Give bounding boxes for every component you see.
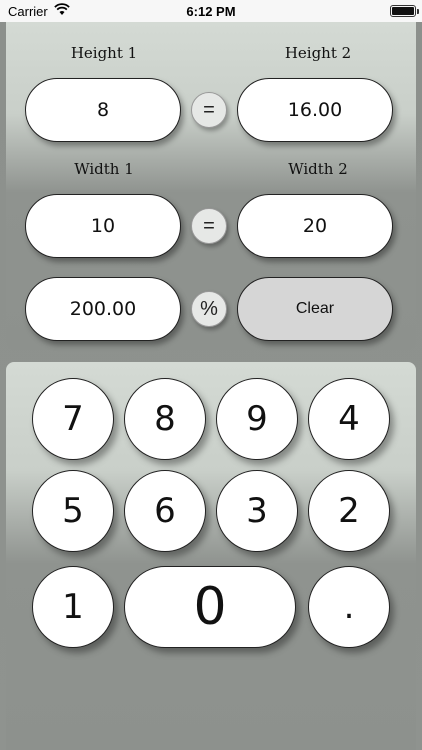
- ratio-panel: Height 1 Height 2 8 = 16.00 Width 1 Widt…: [6, 22, 416, 350]
- clear-button[interactable]: Clear: [237, 277, 393, 341]
- percent-field[interactable]: 200.00: [25, 277, 181, 341]
- battery-icon: [390, 5, 419, 17]
- key-3[interactable]: 3: [216, 470, 298, 552]
- width1-field[interactable]: 10: [25, 194, 181, 258]
- equals-button-height[interactable]: =: [191, 92, 227, 128]
- percent-button[interactable]: %: [191, 291, 227, 327]
- key-1[interactable]: 1: [32, 566, 114, 648]
- width1-label: Width 1: [74, 160, 134, 178]
- height2-field[interactable]: 16.00: [237, 78, 393, 142]
- keypad-panel: 7 8 9 4 5 6 3 2 1 0 .: [6, 362, 416, 750]
- key-8[interactable]: 8: [124, 378, 206, 460]
- key-7[interactable]: 7: [32, 378, 114, 460]
- clock: 6:12 PM: [186, 4, 236, 19]
- key-9[interactable]: 9: [216, 378, 298, 460]
- key-5[interactable]: 5: [32, 470, 114, 552]
- status-bar: Carrier 6:12 PM: [0, 0, 422, 22]
- width2-field[interactable]: 20: [237, 194, 393, 258]
- key-2[interactable]: 2: [308, 470, 390, 552]
- key-decimal[interactable]: .: [308, 566, 390, 648]
- height1-field[interactable]: 8: [25, 78, 181, 142]
- key-4[interactable]: 4: [308, 378, 390, 460]
- width2-label: Width 2: [288, 160, 348, 178]
- height1-label: Height 1: [70, 44, 138, 62]
- equals-button-width[interactable]: =: [191, 208, 227, 244]
- height2-label: Height 2: [284, 44, 352, 62]
- key-6[interactable]: 6: [124, 470, 206, 552]
- key-0[interactable]: 0: [124, 566, 296, 648]
